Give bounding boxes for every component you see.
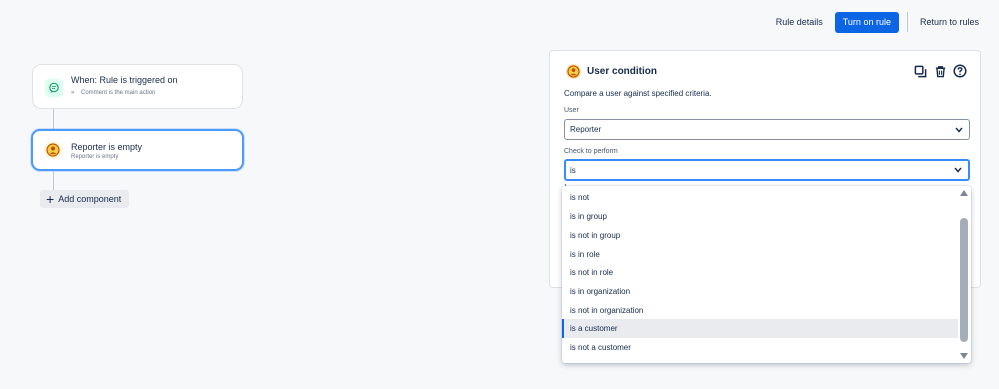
chevron-down-icon xyxy=(954,167,962,173)
user-select-value: Reporter xyxy=(570,125,602,134)
scroll-up-arrow[interactable] xyxy=(960,190,968,196)
option-is-not-a-customer[interactable]: is not a customer xyxy=(562,338,958,357)
user-select[interactable]: Reporter xyxy=(564,119,970,140)
chevron-down-icon xyxy=(955,127,963,133)
trigger-title: When: Rule is triggered on xyxy=(71,75,178,85)
bullet-icon: » xyxy=(71,90,75,96)
option-is-not-in-group[interactable]: is not in group xyxy=(562,226,958,245)
check-field-label: Check to perform xyxy=(564,148,618,155)
add-component-button[interactable]: + Add component xyxy=(40,190,129,208)
user-field-label: User xyxy=(564,107,579,114)
panel-description: Compare a user against specified criteri… xyxy=(564,89,712,98)
panel-actions xyxy=(912,63,968,79)
return-to-rules-link[interactable]: Return to rules xyxy=(912,17,999,27)
option-is-in-group[interactable]: is in group xyxy=(562,207,958,226)
user-icon xyxy=(566,64,581,79)
comment-icon xyxy=(45,79,63,97)
trash-icon[interactable] xyxy=(932,63,948,79)
rule-details-link[interactable]: Rule details xyxy=(768,17,831,27)
trigger-subtitle: Comment is the main action xyxy=(81,90,156,96)
add-component-label: Add component xyxy=(58,194,122,204)
panel-title: User condition xyxy=(587,66,658,77)
divider xyxy=(906,12,908,32)
turn-on-rule-button[interactable]: Turn on rule xyxy=(834,11,899,33)
condition-subtitle: Reporter is empty xyxy=(71,154,119,160)
copy-icon[interactable] xyxy=(912,63,928,79)
trigger-card[interactable]: When: Rule is triggered on » Comment is … xyxy=(32,64,243,109)
check-options-menu: is not is in group is not in group is in… xyxy=(562,186,971,363)
scroll-down-arrow[interactable] xyxy=(960,353,968,359)
check-select-value: is xyxy=(570,165,576,175)
option-is-in-organization[interactable]: is in organization xyxy=(562,282,958,301)
plus-icon: + xyxy=(46,191,55,207)
option-is-not-in-organization[interactable]: is not in organization xyxy=(562,301,958,320)
option-is-in-role[interactable]: is in role xyxy=(562,245,958,264)
help-icon[interactable] xyxy=(952,63,968,79)
condition-title: Reporter is empty xyxy=(71,142,143,152)
option-is-a-customer[interactable]: is a customer xyxy=(562,319,958,338)
condition-card[interactable]: Reporter is empty Reporter is empty xyxy=(31,129,244,171)
connector-line xyxy=(53,109,54,129)
connector-line xyxy=(53,171,54,190)
user-icon xyxy=(44,141,62,159)
scrollbar-thumb[interactable] xyxy=(960,218,968,342)
option-is-not-in-role[interactable]: is not in role xyxy=(562,263,958,282)
check-select[interactable]: is xyxy=(564,159,970,181)
option-is-not[interactable]: is not xyxy=(562,188,958,207)
top-bar: Rule details Turn on rule Return to rule… xyxy=(768,11,999,33)
